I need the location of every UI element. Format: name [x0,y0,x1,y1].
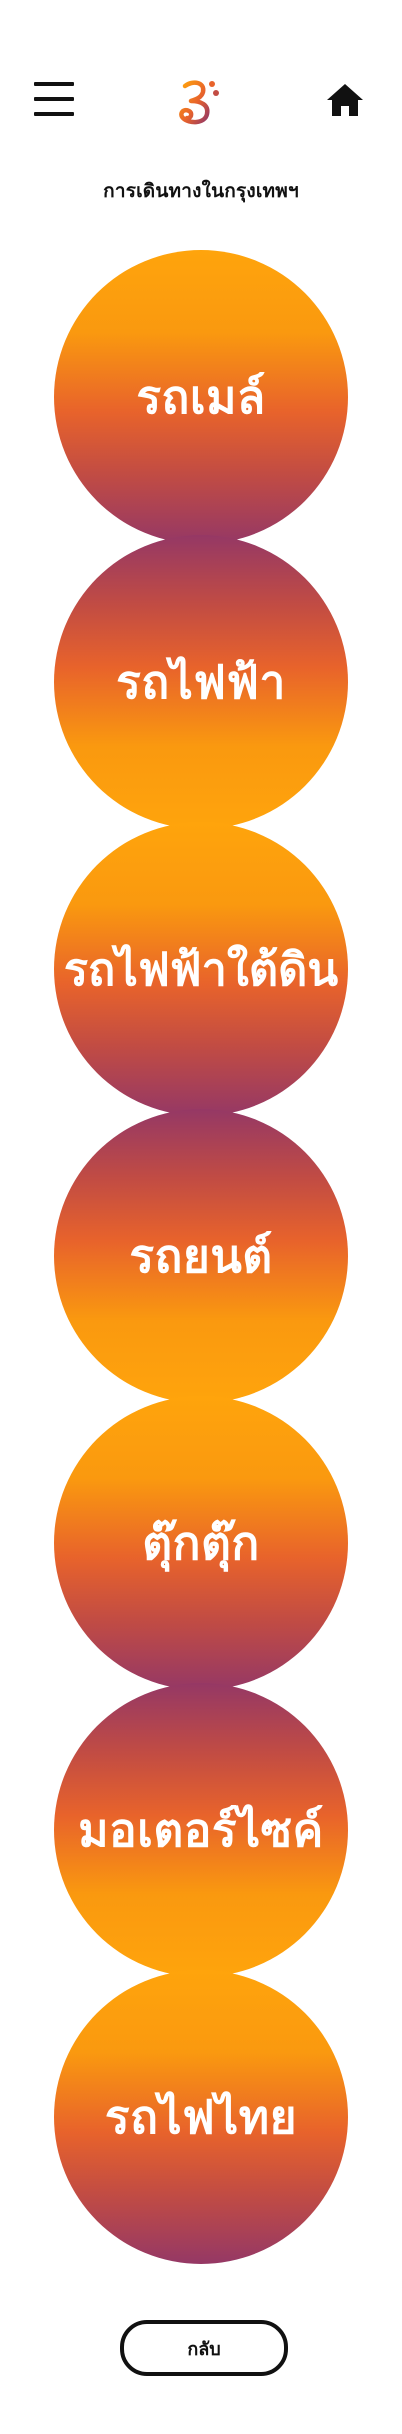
transport-label: รถไฟไทย [104,2089,298,2144]
transport-button-mrt-subway[interactable]: รถไฟฟ้าใต้ดิน [54,822,348,1116]
transport-button-bts-skytrain[interactable]: รถไฟฟ้า [54,535,348,829]
hamburger-menu-icon-line [34,112,74,116]
menu-button[interactable] [34,82,74,116]
transport-button-motorcycle[interactable]: มอเตอร์ไซค์ [54,1683,348,1977]
transport-label: ตุ๊กตุ๊ก [142,1515,260,1570]
transport-button-tuk-tuk[interactable]: ตุ๊กตุ๊ก [54,1396,348,1690]
hamburger-menu-icon-line [34,82,74,86]
transport-button-car[interactable]: รถยนต์ [54,1109,348,1403]
transport-label: รถไฟฟ้าใต้ดิน [63,943,339,996]
transport-label: รถยนต์ [129,1228,273,1283]
transport-label: มอเตอร์ไซค์ [78,1802,324,1857]
page-title: การเดินทางในกรุงเทพฯ [103,180,299,202]
transport-button-thai-railway[interactable]: รถไฟไทย [54,1970,348,2264]
transport-label: รถเมล์ [136,369,266,424]
header [0,0,402,170]
back-button[interactable]: กลับ [120,2320,288,2376]
hamburger-menu-icon-line [34,97,74,101]
transport-label: รถไฟฟ้า [116,654,286,709]
home-icon[interactable] [325,82,365,118]
transport-button-bus[interactable]: รถเมล์ [54,250,348,544]
brand-logo-icon[interactable] [171,74,227,130]
